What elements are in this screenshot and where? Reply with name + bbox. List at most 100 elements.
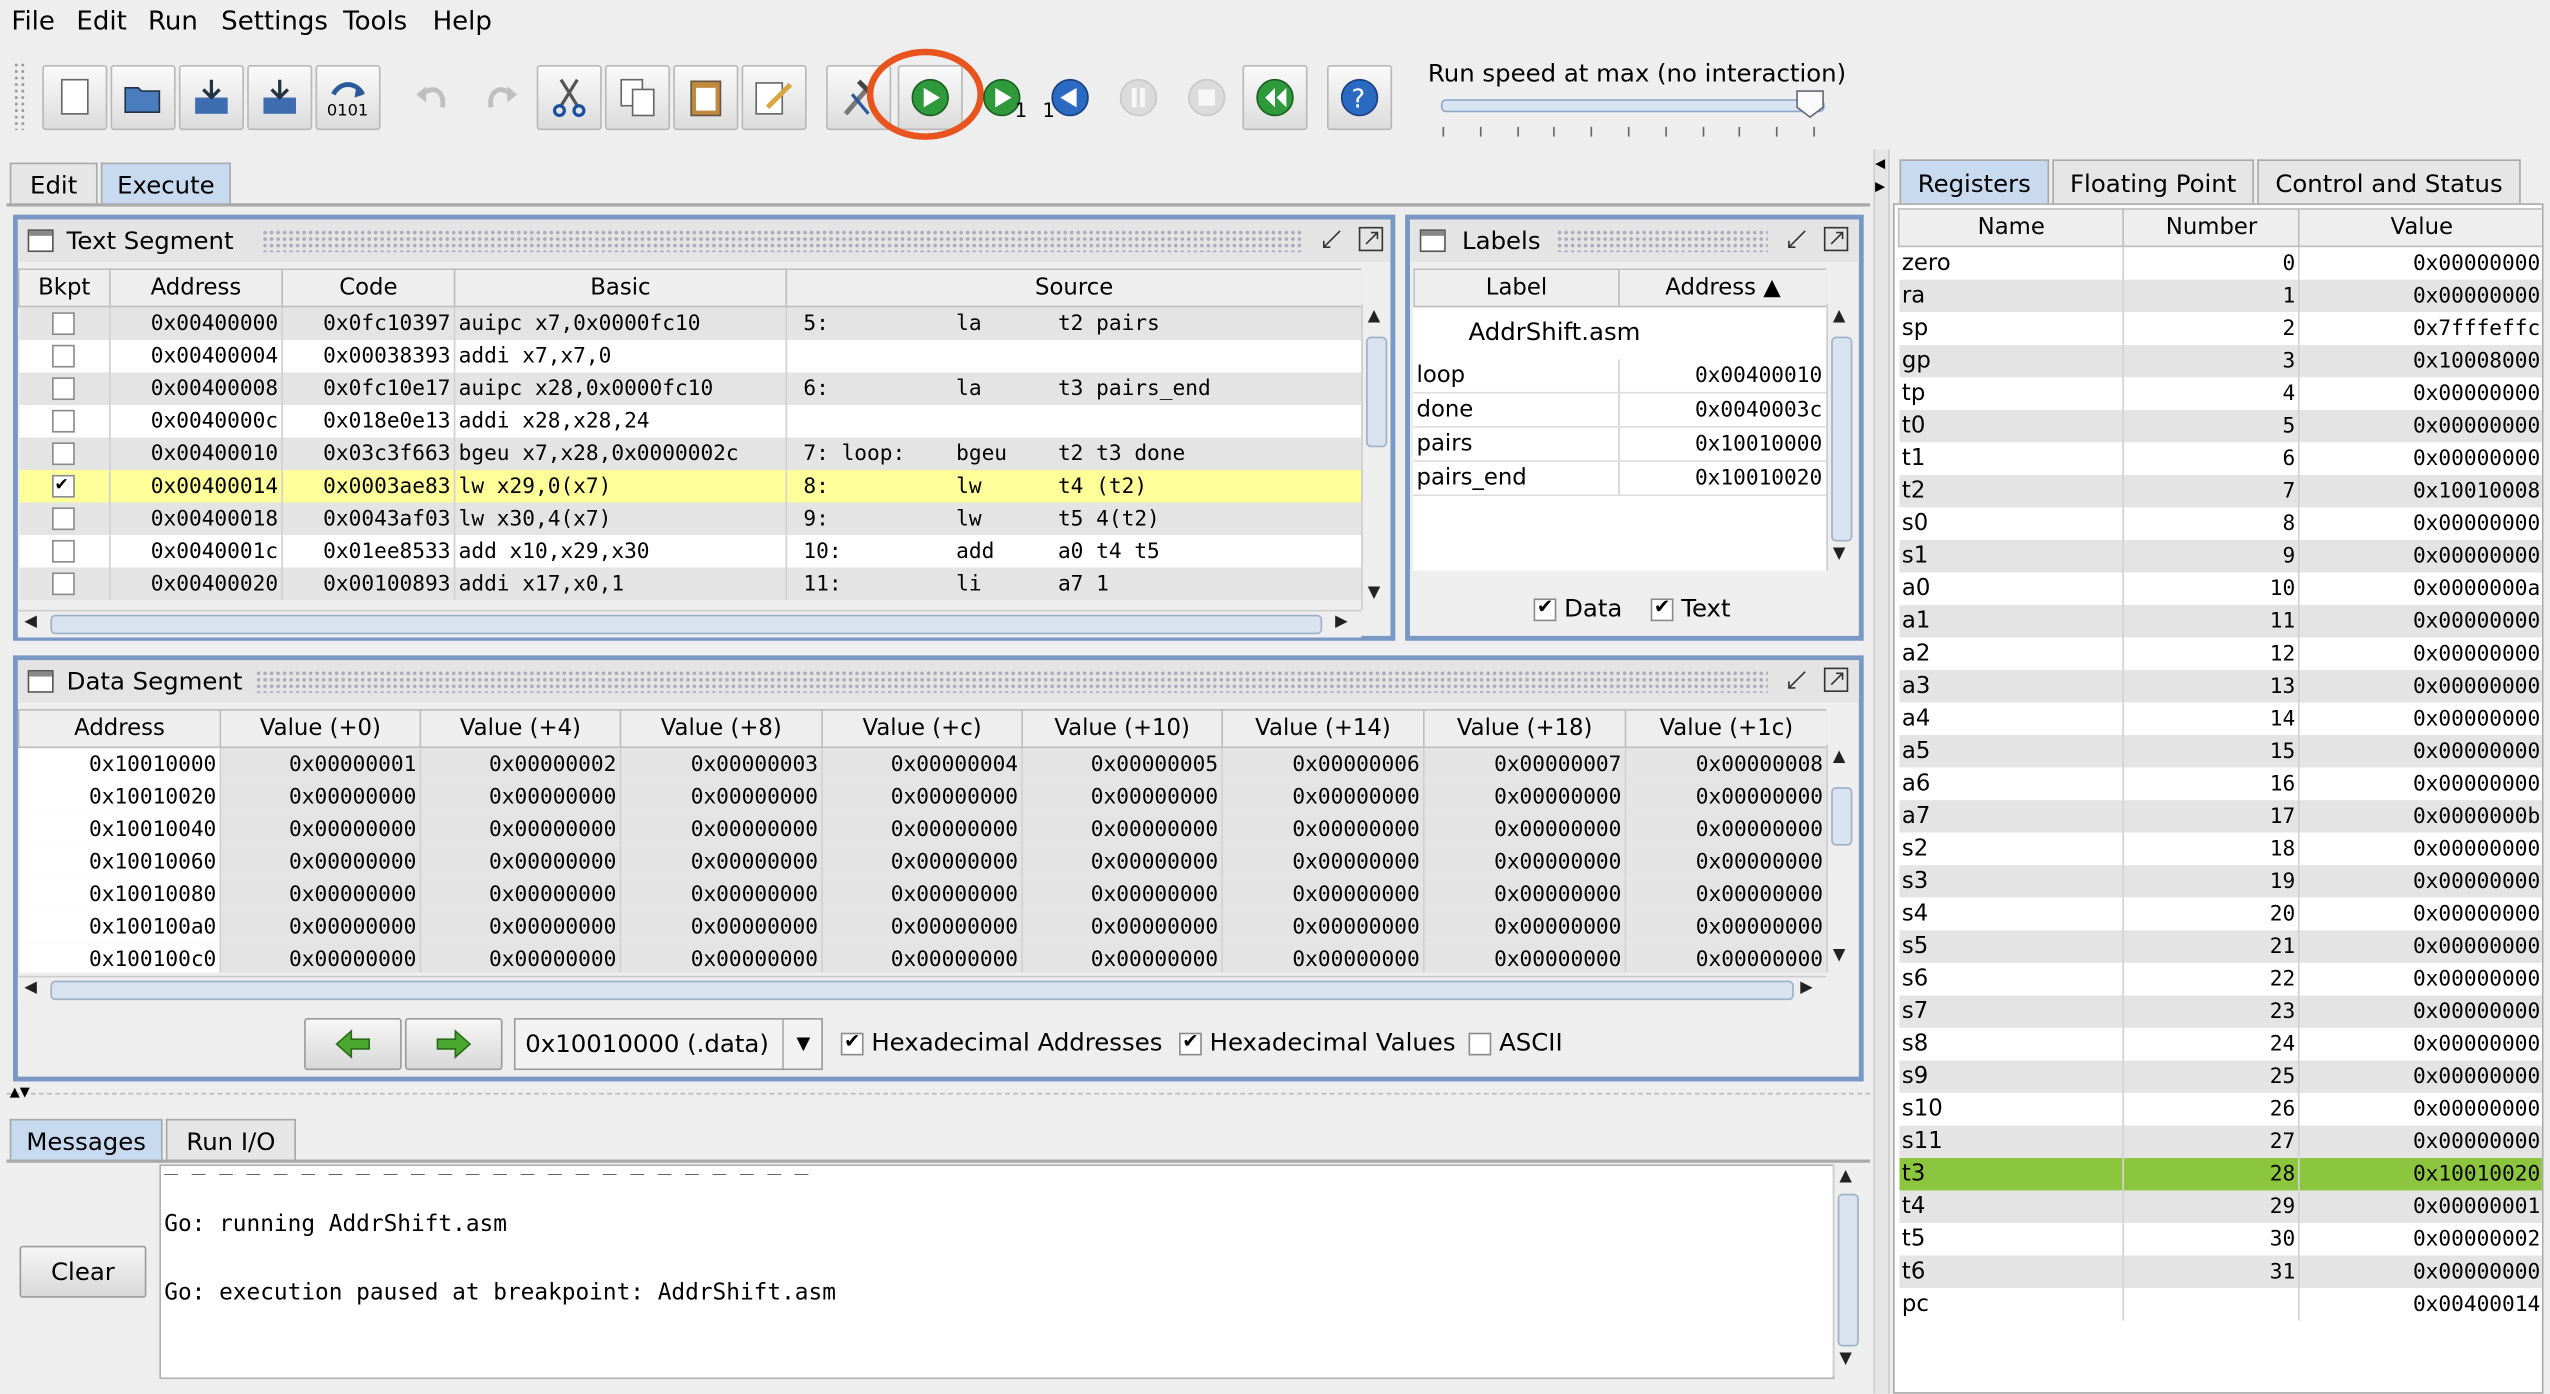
data-value-cell[interactable]: 0x00000000 <box>420 813 622 846</box>
minimize-icon[interactable] <box>1784 226 1810 252</box>
register-value-cell[interactable]: 0x0000000b <box>2299 800 2542 833</box>
register-header-value[interactable]: Value <box>2298 208 2542 248</box>
data-value-cell[interactable]: 0x00000000 <box>1423 910 1627 944</box>
register-value-cell[interactable]: 0x00400014 <box>2299 1288 2542 1321</box>
pause-button[interactable] <box>1106 65 1171 130</box>
data-value-cell[interactable]: 0x00000000 <box>1625 943 1827 973</box>
register-value-cell[interactable]: 0x00000000 <box>2299 377 2542 410</box>
tab-floating-point[interactable]: Floating Point <box>2052 159 2255 205</box>
data-value-cell[interactable]: 0x00000000 <box>620 878 823 911</box>
stop-button[interactable] <box>1174 65 1239 130</box>
breakpoint-checkbox[interactable] <box>52 472 76 498</box>
menu-edit[interactable]: Edit <box>76 5 126 36</box>
text-row[interactable]: 0x004000140x0003ae83lw x29,0(x7)8: lw t4… <box>18 469 1362 503</box>
backstep-button[interactable]: 1 <box>1038 65 1103 130</box>
data-value-cell[interactable]: 0x00000000 <box>1222 878 1425 911</box>
data-value-cell[interactable]: 0x00000000 <box>420 845 622 879</box>
label-row[interactable]: done 0x0040003c <box>1413 392 1827 428</box>
breakpoint-cell[interactable] <box>18 339 111 373</box>
register-value-cell[interactable]: 0x00000000 <box>2299 539 2542 573</box>
data-value-cell[interactable]: 0x00000000 <box>1625 910 1827 944</box>
breakpoint-checkbox[interactable] <box>52 312 76 336</box>
scroll-up-icon[interactable]: ▲ <box>1368 307 1381 325</box>
register-value-cell[interactable]: 0x10010008 <box>2299 474 2542 508</box>
hex-values-checkbox[interactable]: Hexadecimal Values <box>1179 1028 1456 1057</box>
breakpoint-checkbox[interactable] <box>52 344 76 368</box>
collapse-right-icon[interactable]: ▶ <box>1875 179 1885 194</box>
register-value-cell[interactable]: 0x00000000 <box>2299 604 2542 638</box>
text-segment-hscroll[interactable]: ◀ ▶ <box>17 609 1362 638</box>
breakpoint-cell[interactable] <box>18 469 111 503</box>
scroll-thumb[interactable] <box>1831 787 1853 846</box>
data-value-cell[interactable]: 0x00000000 <box>220 813 422 846</box>
data-value-cell[interactable]: 0x00000001 <box>220 747 422 781</box>
data-value-cell[interactable]: 0x00000000 <box>822 910 1023 944</box>
text-row[interactable]: 0x00400008 0x0fc10e17 auipc x28,0x0000fc10… <box>18 372 1362 405</box>
scroll-up-icon[interactable]: ▲ <box>1839 1168 1852 1186</box>
scroll-up-icon[interactable]: ▲ <box>1833 748 1846 766</box>
chevron-down-icon[interactable]: ▼ <box>782 1019 823 1069</box>
labels-titlebar[interactable]: Labels <box>1409 219 1859 262</box>
register-value-cell[interactable]: 0x00000000 <box>2299 962 2542 996</box>
data-header-4[interactable]: Value (+c) <box>821 709 1023 749</box>
data-value-cell[interactable]: 0x00000004 <box>822 747 1023 781</box>
data-value-cell[interactable]: 0x00000008 <box>1625 747 1827 781</box>
scroll-thumb[interactable] <box>1837 1193 1859 1347</box>
register-value-cell[interactable]: 0x00000000 <box>2299 1092 2542 1126</box>
run-speed-slider[interactable] <box>1440 99 1825 113</box>
scroll-thumb[interactable] <box>50 980 1794 1001</box>
labels-text-checkbox[interactable]: Text <box>1650 594 1731 623</box>
prev-page-button[interactable] <box>304 1018 402 1071</box>
collapse-arrow-icon[interactable]: ▲▼ <box>10 1085 30 1100</box>
text-header-source[interactable]: Source <box>785 268 1362 308</box>
toolbar-grip[interactable] <box>13 61 27 131</box>
messages-text-area[interactable]: _ _ _ _ _ _ _ _ _ _ _ _ _ _ _ _ _ _ _ _ … <box>159 1164 1835 1380</box>
copy-button[interactable] <box>604 65 671 131</box>
save-as-button[interactable] <box>247 65 313 131</box>
register-value-cell[interactable]: 0x10010020 <box>2299 1157 2542 1191</box>
register-value-cell[interactable]: 0x00000000 <box>2299 702 2542 736</box>
breakpoint-cell[interactable] <box>18 502 111 536</box>
data-value-cell[interactable]: 0x00000000 <box>1423 943 1627 973</box>
data-value-cell[interactable]: 0x00000000 <box>220 878 422 911</box>
data-value-cell[interactable]: 0x00000000 <box>1022 845 1223 879</box>
menu-file[interactable]: File <box>11 5 55 36</box>
text-row[interactable]: 0x0040001c 0x01ee8533 add x10,x29,x30 10: a… <box>18 535 1362 568</box>
register-value-cell[interactable]: 0x00000000 <box>2299 279 2542 313</box>
data-value-cell[interactable]: 0x00000000 <box>420 878 622 911</box>
scroll-right-icon[interactable]: ▶ <box>1335 613 1348 631</box>
cut-button[interactable] <box>536 65 602 131</box>
reset-button[interactable] <box>1242 65 1308 131</box>
register-value-cell[interactable]: 0x00000000 <box>2299 637 2542 671</box>
register-value-cell[interactable]: 0x7fffeffc <box>2299 312 2542 345</box>
register-value-cell[interactable]: 0x00000000 <box>2299 832 2542 866</box>
register-value-cell[interactable]: 0x00000000 <box>2299 1027 2542 1061</box>
breakpoint-cell[interactable] <box>18 404 111 438</box>
register-value-cell[interactable]: 0x00000000 <box>2299 670 2542 703</box>
data-value-cell[interactable]: 0x00000000 <box>1423 845 1627 879</box>
ascii-checkbox[interactable]: ASCII <box>1468 1028 1563 1057</box>
register-value-cell[interactable]: 0x00000001 <box>2299 1190 2542 1223</box>
breakpoint-checkbox[interactable] <box>52 539 76 563</box>
breakpoint-cell[interactable] <box>18 437 111 470</box>
data-value-cell[interactable]: 0x00000000 <box>220 943 422 973</box>
text-row[interactable]: 0x00400020 0x00100893 addi x17,x0,1 11: li … <box>18 567 1362 601</box>
next-page-button[interactable] <box>404 1018 503 1071</box>
register-value-cell[interactable]: 0x00000000 <box>2299 995 2542 1028</box>
text-header-code[interactable]: Code <box>281 268 456 308</box>
step-button[interactable]: 1 <box>969 65 1034 130</box>
text-header-address[interactable]: Address <box>108 268 283 308</box>
text-header-bkpt[interactable]: Bkpt <box>17 268 111 308</box>
minimize-icon[interactable] <box>1319 226 1345 252</box>
text-row[interactable]: 0x00400010 0x03c3f663 bgeu x7,x28,0x000000… <box>18 437 1362 470</box>
data-header-6[interactable]: Value (+14) <box>1221 709 1425 749</box>
data-value-cell[interactable]: 0x00000000 <box>1625 780 1827 814</box>
help-button[interactable]: ? <box>1327 65 1393 131</box>
text-row[interactable]: 0x00400004 0x00038393 addi x7,x7,0 <box>18 339 1362 373</box>
menu-run[interactable]: Run <box>148 5 198 36</box>
scroll-left-icon[interactable]: ◀ <box>24 979 37 997</box>
messages-vscroll[interactable]: ▲ ▼ <box>1832 1164 1861 1376</box>
data-value-cell[interactable]: 0x00000000 <box>620 943 823 973</box>
data-value-cell[interactable]: 0x00000000 <box>822 780 1023 814</box>
register-value-cell[interactable]: 0x00000000 <box>2299 507 2542 540</box>
